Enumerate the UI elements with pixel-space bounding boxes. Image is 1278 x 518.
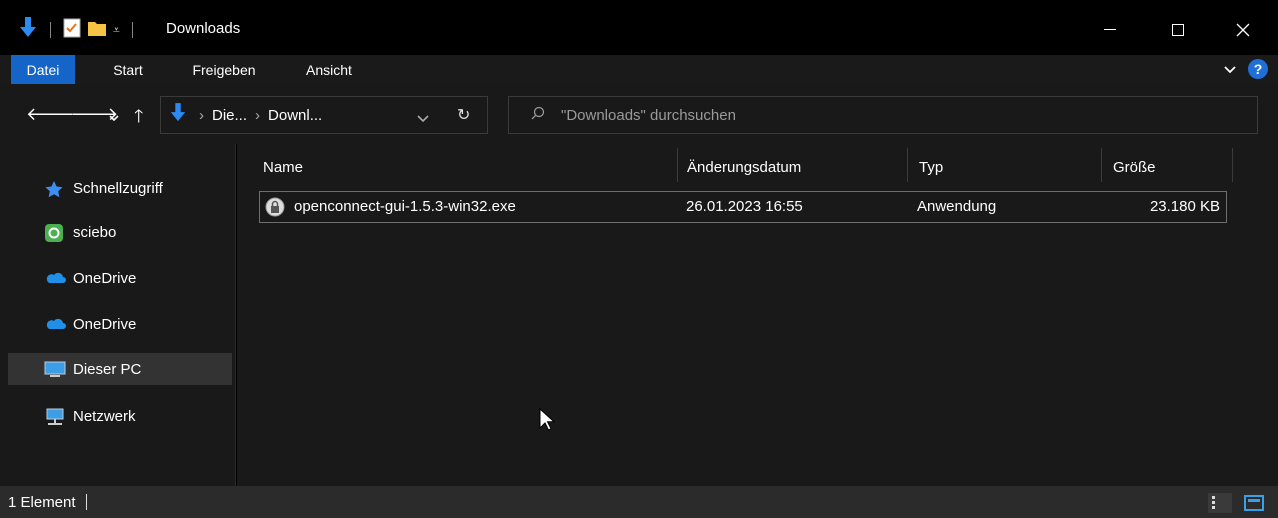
column-header-name[interactable]: Name [263,150,303,184]
star-icon [44,180,64,198]
mouse-cursor-icon [539,407,556,436]
large-icons-view-icon[interactable] [1242,493,1266,513]
nav-item-sciebo[interactable]: sciebo [0,216,232,248]
column-header-size[interactable]: Größe [1113,150,1156,184]
status-divider [85,494,87,510]
title-bar: ⩡ Downloads [0,0,1278,58]
nav-item-label: OneDrive [73,269,137,287]
address-dropdown-icon[interactable] [417,110,429,127]
column-divider[interactable] [1232,148,1233,182]
tab-ansicht[interactable]: Ansicht [292,55,366,84]
nav-item-label: Netzwerk [73,407,136,425]
nav-item-label: Dieser PC [73,360,142,378]
breadcrumb-item[interactable]: Die... [212,107,247,124]
divider [50,22,51,38]
file-date: 26.01.2023 16:55 [686,198,803,215]
column-divider[interactable] [1101,148,1102,182]
status-bar: 1 Element [0,486,1278,518]
divider [131,22,133,38]
recent-locations-icon[interactable] [109,106,119,127]
new-folder-icon[interactable] [87,19,107,41]
details-view-icon[interactable] [1208,493,1232,513]
file-size: 23.180 KB [1149,198,1220,215]
search-placeholder: "Downloads" durchsuchen [561,106,736,124]
tab-freigeben[interactable]: Freigeben [180,55,268,84]
maximize-button[interactable] [1155,16,1201,44]
back-arrow-icon[interactable]: 🡐 [26,104,74,125]
exe-lock-icon [265,197,285,221]
minimize-button[interactable] [1087,16,1133,44]
address-row: 🡐 🡒 🡑 › Die... › Downl... ↻ "Downloads" … [0,84,1278,144]
address-bar[interactable]: › Die... › Downl... ↻ [160,96,488,134]
file-list: Name Änderungsdatum Typ Größe openconnec… [237,144,1278,486]
nav-item-label: Schnellzugriff [73,179,163,197]
up-arrow-icon[interactable]: 🡑 [134,104,143,134]
customize-toolbar-icon[interactable]: ⩡ [113,23,120,38]
file-row[interactable]: openconnect-gui-1.5.3-win32.exe 26.01.20… [259,191,1227,223]
tab-datei[interactable]: Datei [11,55,75,84]
refresh-icon[interactable]: ↻ [457,105,470,125]
nav-item-label: sciebo [73,223,117,241]
window-title: Downloads [166,20,241,37]
download-location-icon [169,103,187,127]
breadcrumb-separator: › [255,106,261,124]
nav-item-label: OneDrive [73,315,137,333]
monitor-icon [44,361,66,377]
column-header-type[interactable]: Typ [919,150,943,184]
breadcrumb-separator: › [199,106,204,124]
file-name: openconnect-gui-1.5.3-win32.exe [294,198,516,215]
tab-start[interactable]: Start [98,55,158,84]
ribbon-tabs: Datei Start Freigeben Ansicht ? [0,55,1278,84]
column-divider[interactable] [907,148,908,182]
close-button[interactable] [1220,16,1266,44]
item-count: 1 Element [8,493,76,511]
quick-access-toolbar: ⩡ [18,16,139,44]
cloud-icon [44,270,66,286]
help-icon[interactable]: ? [1248,59,1268,79]
nav-item-onedrive-2[interactable]: OneDrive [0,308,232,340]
nav-item-schnellzugriff[interactable]: Schnellzugriff [0,172,232,204]
expand-ribbon-icon[interactable] [1224,61,1236,78]
search-icon [531,106,545,124]
file-type: Anwendung [917,198,997,215]
nav-item-dieser-pc[interactable]: Dieser PC [8,353,232,385]
network-icon [44,408,64,425]
nav-item-netzwerk[interactable]: Netzwerk [0,400,232,432]
properties-icon[interactable] [63,18,81,42]
nav-item-onedrive[interactable]: OneDrive [0,262,232,294]
download-arrow-icon[interactable] [18,17,38,43]
search-input[interactable]: "Downloads" durchsuchen [508,96,1258,134]
column-header-date[interactable]: Änderungsdatum [687,150,801,184]
cloud-icon [44,316,66,332]
sciebo-icon [44,224,64,242]
navigation-pane: Schnellzugriff sciebo OneDrive OneDrive … [0,144,236,486]
column-divider[interactable] [677,148,678,182]
breadcrumb-item[interactable]: Downl... [268,107,322,124]
